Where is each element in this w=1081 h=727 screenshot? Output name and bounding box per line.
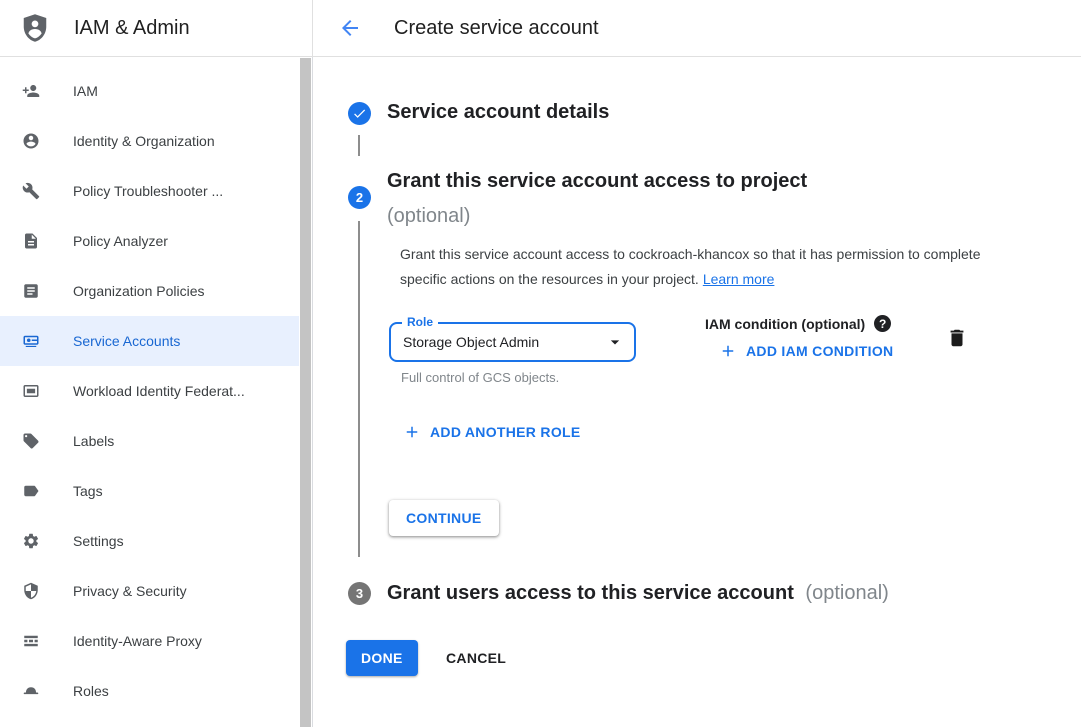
role-select[interactable]: Role Storage Object Admin bbox=[389, 322, 636, 362]
step2-optional-label: (optional) bbox=[387, 205, 470, 228]
chevron-down-icon bbox=[605, 332, 625, 352]
sidebar-item-service-accounts[interactable]: Service Accounts bbox=[0, 316, 299, 366]
step2-number-badge: 2 bbox=[348, 186, 371, 209]
step-connector bbox=[358, 135, 360, 156]
step3-number: 3 bbox=[356, 586, 363, 601]
iam-condition-header: IAM condition (optional) ? bbox=[705, 315, 891, 332]
step2-title: Grant this service account access to pro… bbox=[387, 170, 807, 193]
create-service-account-page: IAM & Admin Create service account IAM I… bbox=[0, 0, 1081, 727]
plus-icon bbox=[719, 342, 737, 360]
sidebar-item-identity-aware-proxy[interactable]: Identity-Aware Proxy bbox=[0, 616, 299, 666]
cancel-button[interactable]: CANCEL bbox=[438, 640, 514, 676]
sidebar-item-label: Labels bbox=[73, 433, 114, 449]
product-title: IAM & Admin bbox=[74, 17, 190, 40]
sidebar-item-label: Privacy & Security bbox=[73, 583, 187, 599]
sidebar-item-privacy-security[interactable]: Privacy & Security bbox=[0, 566, 299, 616]
account-circle-icon bbox=[22, 132, 40, 150]
header-page-area: Create service account bbox=[313, 0, 599, 56]
proxy-stripes-icon bbox=[22, 632, 40, 650]
help-icon[interactable]: ? bbox=[874, 315, 891, 332]
sidebar-item-roles[interactable]: Roles bbox=[0, 666, 299, 716]
step1-completed-check-icon bbox=[348, 102, 371, 125]
step2-description-text: Grant this service account access to coc… bbox=[400, 246, 981, 287]
done-button[interactable]: DONE bbox=[346, 640, 418, 676]
step3-title-row: Grant users access to this service accou… bbox=[387, 582, 889, 605]
sidebar-item-label: Policy Troubleshooter ... bbox=[73, 183, 223, 199]
shield-half-icon bbox=[22, 582, 40, 600]
gear-icon bbox=[22, 532, 40, 550]
sidebar-item-policy-troubleshooter[interactable]: Policy Troubleshooter ... bbox=[0, 166, 299, 216]
sidebar-item-label: Organization Policies bbox=[73, 283, 205, 299]
step1-title: Service account details bbox=[387, 101, 609, 124]
card-icon bbox=[22, 382, 40, 400]
sidebar-scrollbar[interactable] bbox=[300, 58, 311, 727]
step3-title: Grant users access to this service accou… bbox=[387, 582, 794, 604]
label-tag-icon bbox=[22, 432, 40, 450]
sidebar-item-label: Policy Analyzer bbox=[73, 233, 168, 249]
sidebar-item-label: Roles bbox=[73, 683, 109, 699]
add-another-role-label: ADD ANOTHER ROLE bbox=[430, 424, 581, 440]
sidebar-item-workload-identity-federation[interactable]: Workload Identity Federat... bbox=[0, 366, 299, 416]
step-connector bbox=[358, 221, 360, 557]
service-account-badge-icon bbox=[22, 332, 40, 350]
iam-condition-label: IAM condition (optional) bbox=[705, 316, 865, 332]
sidebar-item-settings[interactable]: Settings bbox=[0, 516, 299, 566]
sidebar-item-label: Workload Identity Federat... bbox=[73, 383, 245, 399]
role-helper-text: Full control of GCS objects. bbox=[401, 370, 559, 385]
sidebar-item-labels[interactable]: Labels bbox=[0, 416, 299, 466]
sidebar-item-iam[interactable]: IAM bbox=[0, 66, 299, 116]
back-arrow-icon[interactable] bbox=[337, 15, 363, 41]
sidebar-item-label: Identity-Aware Proxy bbox=[73, 633, 202, 649]
sidebar-item-identity-organization[interactable]: Identity & Organization bbox=[0, 116, 299, 166]
sidebar-nav: IAM Identity & Organization Policy Troub… bbox=[0, 57, 313, 727]
learn-more-link[interactable]: Learn more bbox=[703, 271, 775, 287]
sidebar-item-tags[interactable]: Tags bbox=[0, 466, 299, 516]
step2-number: 2 bbox=[356, 190, 363, 205]
add-iam-condition-button[interactable]: ADD IAM CONDITION bbox=[719, 342, 893, 360]
iam-admin-shield-icon bbox=[20, 13, 50, 43]
sidebar-item-label: Service Accounts bbox=[73, 333, 180, 349]
step3-optional-label: (optional) bbox=[805, 582, 888, 604]
plus-icon bbox=[403, 423, 421, 441]
sidebar-item-label: IAM bbox=[73, 83, 98, 99]
trash-icon[interactable] bbox=[946, 327, 968, 349]
sidebar-item-label: Tags bbox=[73, 483, 103, 499]
tag-arrow-icon bbox=[22, 482, 40, 500]
article-icon bbox=[22, 282, 40, 300]
add-iam-condition-label: ADD IAM CONDITION bbox=[746, 343, 893, 359]
document-icon bbox=[22, 232, 40, 250]
hat-icon bbox=[22, 682, 40, 700]
sidebar-item-label: Identity & Organization bbox=[73, 133, 215, 149]
app-header: IAM & Admin Create service account bbox=[0, 0, 1081, 57]
step3-number-badge: 3 bbox=[348, 582, 371, 605]
role-selected-value: Storage Object Admin bbox=[403, 324, 539, 360]
sidebar-item-organization-policies[interactable]: Organization Policies bbox=[0, 266, 299, 316]
step2-description: Grant this service account access to coc… bbox=[400, 242, 988, 292]
page-title: Create service account bbox=[394, 17, 599, 40]
header-product-area: IAM & Admin bbox=[0, 0, 313, 56]
person-add-icon bbox=[22, 82, 40, 100]
wrench-icon bbox=[22, 182, 40, 200]
sidebar-item-label: Settings bbox=[73, 533, 124, 549]
continue-button[interactable]: CONTINUE bbox=[389, 500, 499, 536]
sidebar-item-policy-analyzer[interactable]: Policy Analyzer bbox=[0, 216, 299, 266]
add-another-role-button[interactable]: ADD ANOTHER ROLE bbox=[403, 423, 581, 441]
